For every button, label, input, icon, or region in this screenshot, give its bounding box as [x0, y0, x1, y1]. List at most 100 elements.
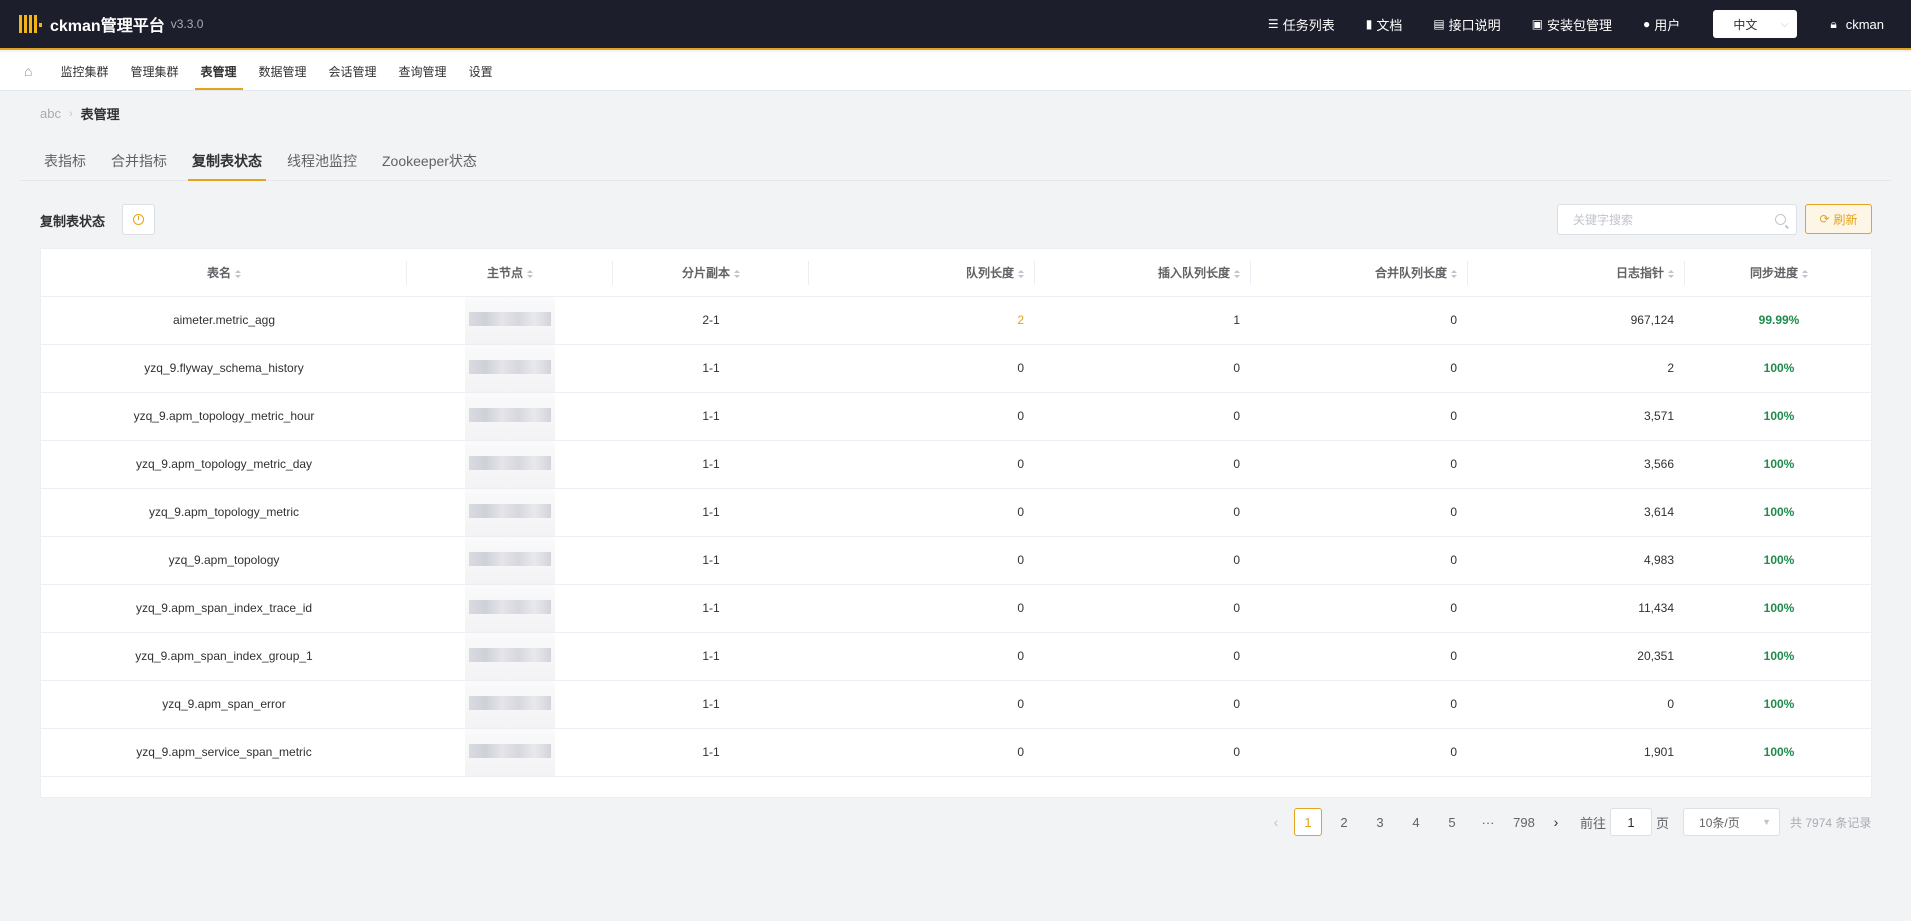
- cell-log-pointer: 11,434: [1468, 584, 1685, 633]
- cell-sync-progress: 100%: [1685, 488, 1871, 537]
- cell-leader-node: [407, 296, 613, 345]
- column-header-sync-progress[interactable]: 同步进度: [1685, 249, 1871, 297]
- cell-shard-replica: 1-1: [613, 584, 809, 633]
- top-nav-tasks[interactable]: ☰ 任务列表: [1268, 15, 1335, 34]
- cell-queue-length: 0: [809, 536, 1035, 585]
- page-button-last[interactable]: 798: [1510, 808, 1538, 836]
- menu-item-session-management[interactable]: 会话管理: [323, 52, 383, 90]
- home-icon[interactable]: ⌂: [24, 52, 32, 90]
- cell-log-pointer: 20,351: [1468, 632, 1685, 681]
- book-icon: ▮: [1365, 17, 1373, 31]
- table-header-row: 表名 主节点 分片副本 队列长度 插入队列长度 合并队列长度 日志指针 同步进度: [41, 249, 1871, 297]
- page-button-3[interactable]: 3: [1366, 808, 1394, 836]
- prev-page-icon[interactable]: ‹: [1262, 814, 1290, 830]
- search-box: [1557, 204, 1797, 235]
- cell-table-name: yzq_9.apm_topology_metric: [41, 488, 407, 537]
- tab-merge-metrics[interactable]: 合并指标: [107, 142, 171, 180]
- column-header-merge-queue[interactable]: 合并队列长度: [1251, 249, 1468, 297]
- page-button-2[interactable]: 2: [1330, 808, 1358, 836]
- top-nav-label: 文档: [1376, 17, 1403, 33]
- cell-shard-replica: 1-1: [613, 536, 809, 585]
- top-nav-label: 任务列表: [1282, 17, 1335, 33]
- tab-table-metrics[interactable]: 表指标: [40, 142, 90, 180]
- column-header-queue-length[interactable]: 队列长度: [809, 249, 1035, 297]
- tab-zookeeper-status[interactable]: Zookeeper状态: [378, 142, 481, 180]
- cell-table-name: yzq_9.apm_topology: [41, 536, 407, 585]
- cell-insert-queue: 0: [1035, 584, 1251, 633]
- top-nav-docs[interactable]: ▮ 文档: [1366, 15, 1403, 34]
- tab-thread-pool[interactable]: 线程池监控: [283, 142, 361, 180]
- cell-shard-replica: 1-1: [613, 728, 809, 777]
- cell-queue-length: 0: [809, 344, 1035, 393]
- sort-icon[interactable]: [1668, 269, 1674, 278]
- breadcrumb-cluster[interactable]: abc: [40, 106, 61, 121]
- menu-item-monitor-cluster[interactable]: 监控集群: [54, 52, 114, 90]
- menu-item-query-management[interactable]: 查询管理: [393, 52, 453, 90]
- chevron-down-icon: ⌵: [1780, 18, 1789, 30]
- sub-tabs: 表指标 合并指标 复制表状态 线程池监控 Zookeeper状态: [20, 142, 1891, 181]
- menu-item-data-management[interactable]: 数据管理: [253, 52, 313, 90]
- table-row: yzq_9.apm_topology_metric_day 1-1 0 0 0 …: [41, 440, 1871, 489]
- cell-log-pointer: 1,901: [1468, 728, 1685, 777]
- cell-shard-replica: 1-1: [613, 680, 809, 729]
- page-size-select[interactable]: 10条/页 ▼: [1683, 808, 1781, 836]
- column-header-table-name[interactable]: 表名: [41, 249, 407, 297]
- menu-item-table-management[interactable]: 表管理: [194, 52, 243, 90]
- page-button-4[interactable]: 4: [1402, 808, 1430, 836]
- caret-down-icon: ▼: [1762, 817, 1772, 827]
- ckman-logo-icon: [19, 13, 43, 35]
- search-icon[interactable]: [1775, 214, 1786, 225]
- app-version: v3.3.0: [170, 17, 204, 31]
- next-page-icon[interactable]: ›: [1542, 814, 1570, 830]
- top-nav-api[interactable]: ▤ 接口说明: [1433, 15, 1500, 34]
- breadcrumb: abc › 表管理: [40, 104, 120, 123]
- page-jump-input[interactable]: [1610, 808, 1653, 836]
- briefcase-icon: ▣: [1531, 17, 1544, 31]
- sort-icon[interactable]: [1802, 269, 1808, 278]
- cell-leader-node: [407, 536, 613, 585]
- cell-queue-length: 0: [809, 488, 1035, 537]
- sort-icon[interactable]: [1234, 269, 1240, 278]
- menu-item-manage-cluster[interactable]: 管理集群: [124, 52, 184, 90]
- more-pages-icon[interactable]: ···: [1474, 815, 1502, 830]
- tab-replica-status[interactable]: 复制表状态: [188, 142, 266, 181]
- column-header-log-pointer[interactable]: 日志指针: [1468, 249, 1685, 297]
- column-header-insert-queue[interactable]: 插入队列长度: [1035, 249, 1251, 297]
- sort-icon[interactable]: [527, 269, 533, 278]
- clock-icon: [133, 214, 144, 225]
- cell-merge-queue: 0: [1251, 536, 1468, 585]
- search-input[interactable]: [1573, 212, 1775, 227]
- sort-icon[interactable]: [1451, 269, 1457, 278]
- cell-sync-progress: 100%: [1685, 680, 1871, 729]
- sort-icon[interactable]: [734, 269, 740, 278]
- cell-shard-replica: 1-1: [613, 440, 809, 489]
- jump-suffix: 页: [1656, 815, 1670, 831]
- cell-sync-progress: 100%: [1685, 440, 1871, 489]
- sort-icon[interactable]: [235, 269, 241, 278]
- cell-merge-queue: 0: [1251, 728, 1468, 777]
- page-button-1[interactable]: 1: [1294, 808, 1322, 836]
- cell-merge-queue: 0: [1251, 296, 1468, 345]
- refresh-button[interactable]: ⟳ 刷新: [1805, 204, 1872, 234]
- language-select[interactable]: 中文 ⌵: [1713, 10, 1798, 38]
- top-nav-packages[interactable]: ▣ 安装包管理: [1532, 15, 1612, 34]
- sort-icon[interactable]: [1018, 269, 1024, 278]
- user-name: ckman: [1845, 16, 1884, 32]
- menu-item-settings[interactable]: 设置: [463, 52, 499, 90]
- pagination: ‹ 1 2 3 4 5 ··· 798 › 前往 页 10条/页 ▼ 共 797…: [1262, 808, 1871, 836]
- column-header-shard-replica[interactable]: 分片副本: [613, 249, 809, 297]
- top-nav-label: 接口说明: [1448, 17, 1501, 33]
- cell-table-name: aimeter.metric_agg: [41, 296, 407, 345]
- page-button-5[interactable]: 5: [1438, 808, 1466, 836]
- top-bar: ckman管理平台 v3.3.0 ☰ 任务列表 ▮ 文档 ▤ 接口说明 ▣ 安装…: [0, 0, 1911, 50]
- cell-log-pointer: 4,983: [1468, 536, 1685, 585]
- user-menu[interactable]: 🔒︎ ckman: [1830, 17, 1884, 32]
- history-button[interactable]: [122, 204, 155, 235]
- cell-sync-progress: 100%: [1685, 584, 1871, 633]
- cell-shard-replica: 1-1: [613, 344, 809, 393]
- column-header-leader-node[interactable]: 主节点: [407, 249, 613, 297]
- redacted-value: [469, 407, 551, 422]
- app-logo[interactable]: ckman管理平台 v3.3.0: [19, 12, 203, 36]
- top-nav-users[interactable]: ● 用户: [1643, 15, 1680, 34]
- cell-insert-queue: 0: [1035, 680, 1251, 729]
